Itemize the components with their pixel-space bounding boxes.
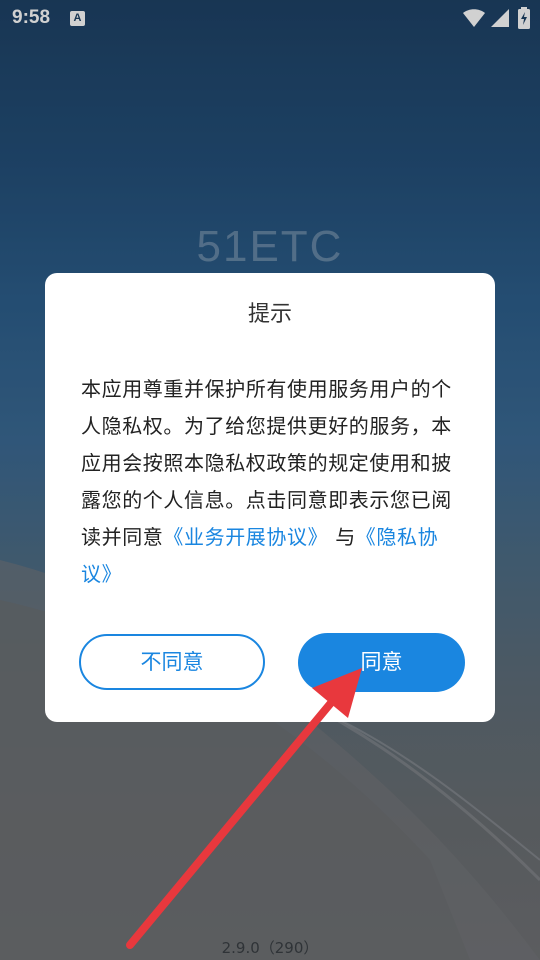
connector-text: 与 — [335, 525, 356, 549]
dialog-title: 提示 — [247, 302, 292, 327]
business-agreement-link[interactable]: 《业务开展协议》 — [163, 525, 328, 549]
disagree-button[interactable]: 不同意 — [79, 634, 265, 690]
dialog-body: 本应用尊重并保护所有使用服务用户的个人隐私权。为了给您提供更好的服务，本应用会按… — [81, 371, 463, 593]
app-screen: 9:58 A 51ETC 2.9.0（290） 提示 本应用尊重并保护所有使用服… — [0, 0, 540, 960]
privacy-notice-text: 本应用尊重并保护所有使用服务用户的个人隐私权。为了给您提供更好的服务，本应用会按… — [81, 377, 452, 549]
agree-button[interactable]: 同意 — [298, 633, 465, 692]
